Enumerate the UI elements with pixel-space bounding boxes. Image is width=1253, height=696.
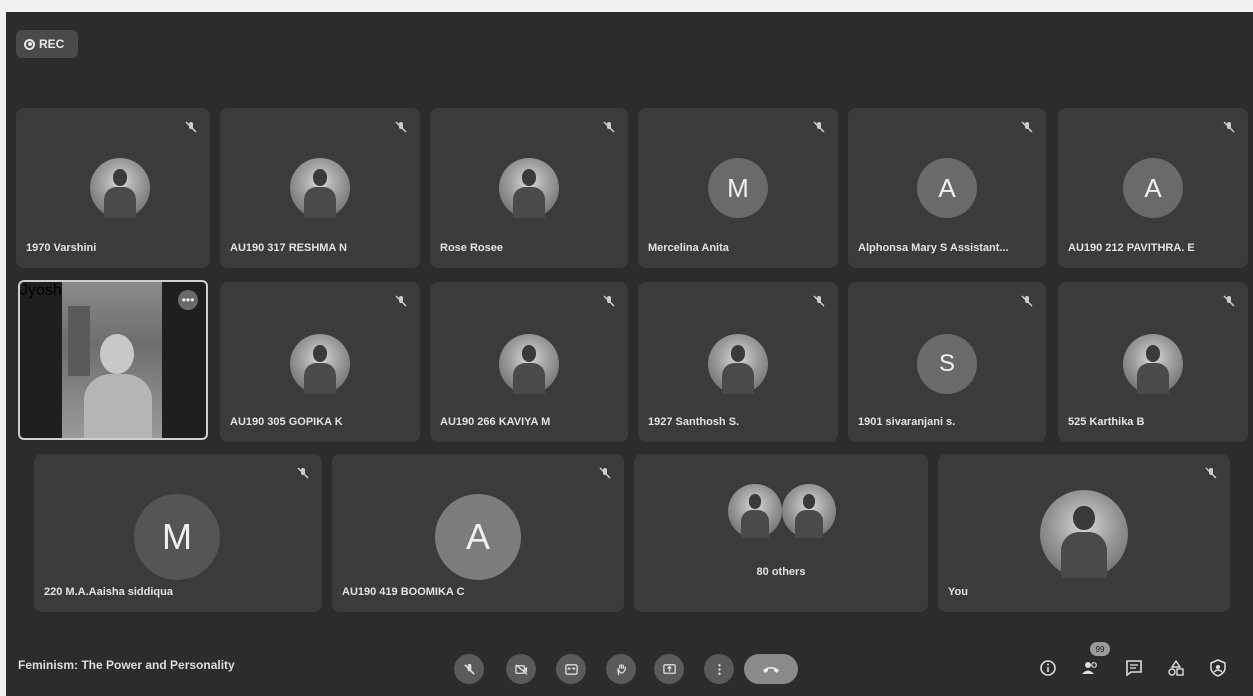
- participant-tile[interactable]: AU190 266 KAVIYA M: [430, 282, 628, 442]
- participant-avatar: [90, 158, 150, 218]
- mic-off-icon: [603, 295, 615, 307]
- participant-name: 1970 Varshini: [26, 242, 97, 254]
- bottom-bar: Feminism: The Power and Personality 99: [6, 636, 1253, 696]
- participant-name: You: [948, 586, 968, 598]
- mic-off-icon: [463, 663, 475, 675]
- participant-name: Alphonsa Mary S Assistant...: [858, 242, 1009, 254]
- participant-avatar: [708, 334, 768, 394]
- participant-video: [62, 282, 162, 438]
- others-count: 80 others: [756, 566, 806, 578]
- leave-call-icon: [763, 667, 779, 673]
- participant-name: 525 Karthika B: [1068, 416, 1145, 428]
- participant-tile[interactable]: A Alphonsa Mary S Assistant...: [848, 108, 1046, 268]
- chat-icon: [1126, 660, 1142, 677]
- participant-tile[interactable]: AU190 317 RESHMA N: [220, 108, 420, 268]
- participant-name: AU190 266 KAVIYA M: [440, 416, 551, 428]
- participant-tile[interactable]: Rose Rosee: [430, 108, 628, 268]
- host-controls-button[interactable]: [1206, 656, 1230, 680]
- participant-avatar: [782, 484, 836, 538]
- mic-off-icon: [1223, 121, 1235, 133]
- participant-avatar: [1040, 490, 1128, 578]
- present-button[interactable]: [654, 654, 684, 684]
- mic-toggle-button[interactable]: [454, 654, 484, 684]
- participant-tile[interactable]: 525 Karthika B: [1058, 282, 1248, 442]
- camera-off-icon: [514, 663, 528, 675]
- participant-tile[interactable]: M 220 M.A.Aaisha siddiqua: [34, 454, 322, 612]
- people-icon: [1082, 662, 1097, 674]
- participant-name: Rose Rosee: [440, 242, 503, 254]
- meet-screen: REC 1970 Varshini AU190 317 RESHMA N Ros…: [6, 12, 1253, 696]
- captions-icon: [564, 663, 578, 675]
- recording-indicator: REC: [16, 30, 78, 58]
- participant-avatar: [499, 334, 559, 394]
- mic-off-icon: [395, 121, 407, 133]
- participant-name: 1901 sivaranjani s.: [858, 416, 956, 428]
- participant-tile[interactable]: A AU190 212 PAVITHRA. E: [1058, 108, 1248, 268]
- mic-off-icon: [813, 121, 825, 133]
- participant-tile[interactable]: M Mercelina Anita: [638, 108, 838, 268]
- raise-hand-button[interactable]: [606, 654, 636, 684]
- participant-avatar: M: [134, 494, 220, 580]
- participant-avatar: M: [708, 158, 768, 218]
- participant-tile[interactable]: A AU190 419 BOOMIKA C: [332, 454, 624, 612]
- participant-name: AU190 305 GOPIKA K: [230, 416, 343, 428]
- self-tile[interactable]: You: [938, 454, 1230, 612]
- participant-name: AU190 212 PAVITHRA. E: [1068, 242, 1195, 254]
- record-icon: [24, 38, 35, 50]
- more-options-button[interactable]: [704, 654, 734, 684]
- camera-toggle-button[interactable]: [506, 654, 536, 684]
- mic-off-icon: [1223, 295, 1235, 307]
- people-count-badge: 99: [1090, 642, 1110, 656]
- participant-avatar: A: [917, 158, 977, 218]
- mic-off-icon: [1205, 467, 1217, 479]
- raise-hand-icon: [616, 663, 626, 675]
- participant-name: 1927 Santhosh S.: [648, 416, 740, 428]
- participant-avatar: [290, 334, 350, 394]
- more-options-icon[interactable]: •••: [178, 290, 198, 310]
- participant-name: 220 M.A.Aaisha siddiqua: [44, 586, 173, 598]
- participant-avatar: [1123, 334, 1183, 394]
- info-icon: [1040, 660, 1056, 676]
- participant-tile[interactable]: S 1901 sivaranjani s.: [848, 282, 1046, 442]
- participant-tile[interactable]: 1927 Santhosh S.: [638, 282, 838, 442]
- present-icon: [662, 663, 676, 674]
- activities-button[interactable]: [1164, 656, 1188, 680]
- mic-off-icon: [185, 121, 197, 133]
- participant-avatar: [728, 484, 782, 538]
- mic-off-icon: [1021, 121, 1033, 133]
- leave-call-button[interactable]: [744, 654, 798, 684]
- participant-tile[interactable]: AU190 305 GOPIKA K: [220, 282, 420, 442]
- participant-avatar: [290, 158, 350, 218]
- meeting-title: Feminism: The Power and Personality: [18, 658, 235, 672]
- more-options-icon: [717, 663, 721, 675]
- mic-off-icon: [599, 467, 611, 479]
- recording-label: REC: [39, 37, 65, 51]
- mic-off-icon: [1021, 295, 1033, 307]
- participant-avatar: A: [435, 494, 521, 580]
- captions-button[interactable]: [556, 654, 586, 684]
- participant-tile[interactable]: 1970 Varshini: [16, 108, 210, 268]
- participant-avatar: S: [917, 334, 977, 394]
- pinned-video-tile[interactable]: ••• Jyoshna Vijayan: [18, 280, 208, 440]
- participant-name: AU190 419 BOOMIKA C: [342, 586, 465, 598]
- chat-button[interactable]: [1122, 656, 1146, 680]
- host-controls-icon: [1210, 659, 1226, 677]
- participant-name: Mercelina Anita: [648, 242, 729, 254]
- activities-icon: [1168, 659, 1184, 676]
- mic-off-icon: [813, 295, 825, 307]
- participant-avatar: [499, 158, 559, 218]
- mic-off-icon: [297, 467, 309, 479]
- people-button[interactable]: [1078, 656, 1102, 680]
- participant-avatar: A: [1123, 158, 1183, 218]
- participant-name: AU190 317 RESHMA N: [230, 242, 347, 254]
- meeting-details-button[interactable]: [1036, 656, 1060, 680]
- mic-off-icon: [395, 295, 407, 307]
- others-tile[interactable]: 80 others: [634, 454, 928, 612]
- mic-off-icon: [603, 121, 615, 133]
